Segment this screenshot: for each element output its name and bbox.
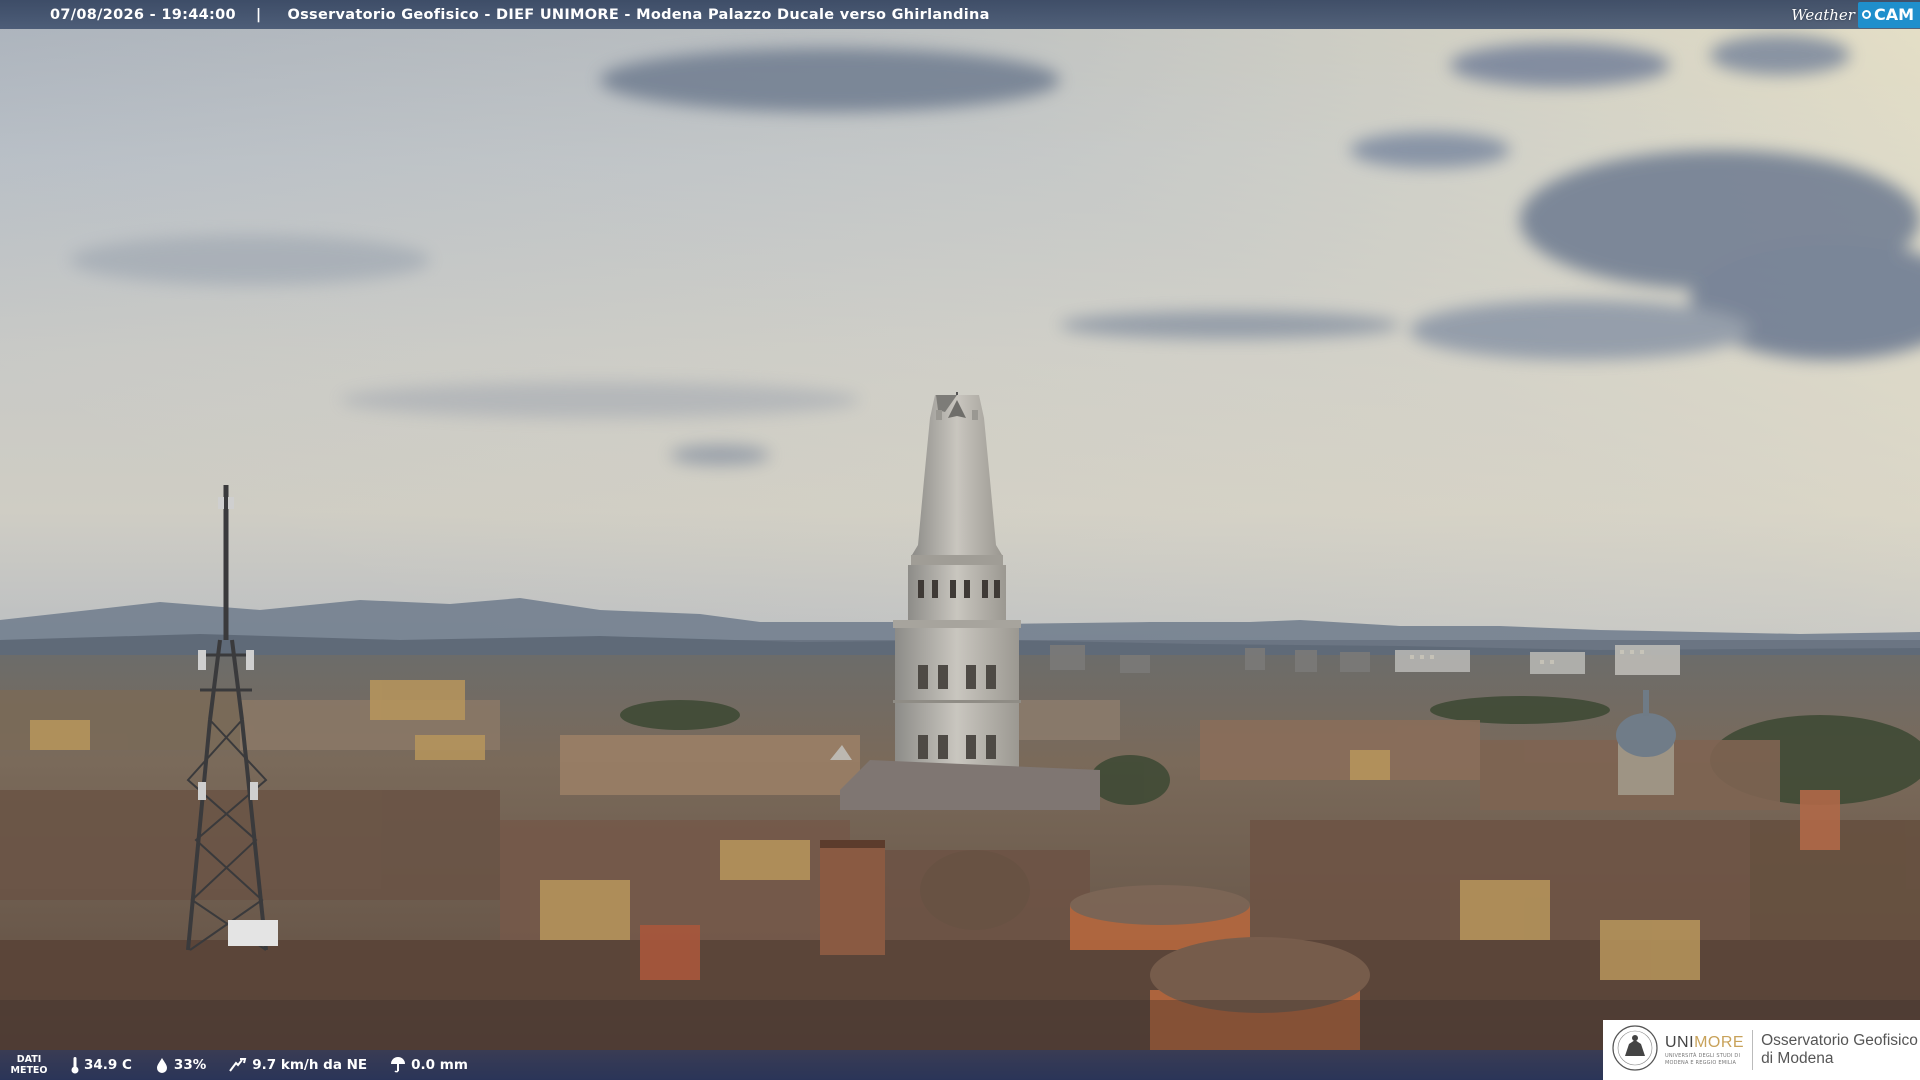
brand-weather-text: Weather <box>1791 5 1855 24</box>
rain-value: 0.0 mm <box>411 1057 468 1073</box>
unimore-name: UNIMORE <box>1665 1034 1744 1052</box>
logo-divider <box>1752 1030 1754 1070</box>
rain-gauge-icon <box>389 1057 407 1073</box>
thermometer-icon <box>70 1056 80 1074</box>
unimore-prefix: UNI <box>1665 1034 1695 1051</box>
wind-value: 9.7 km/h da NE <box>252 1057 368 1073</box>
observatory-name: Osservatorio Geofisico di Modena <box>1761 1032 1918 1068</box>
webcam-scene <box>0 0 1920 1080</box>
weathercam-logo: Weather CAM <box>1791 0 1920 29</box>
weather-data-bar: DATI METEO 34.9 C 33% 9.7 km/h da NE 0.0… <box>0 1050 1603 1080</box>
unimore-suffix: MORE <box>1694 1034 1745 1051</box>
wind-reading: 9.7 km/h da NE <box>228 1057 367 1073</box>
unimore-seal-icon <box>1611 1024 1659 1076</box>
weather-label-line2: METEO <box>10 1065 48 1076</box>
temperature-reading: 34.9 C <box>70 1056 132 1074</box>
weather-data-label: DATI METEO <box>0 1054 58 1076</box>
observatory-line2: di Modena <box>1761 1050 1834 1067</box>
humidity-value: 33% <box>173 1057 207 1073</box>
wind-icon <box>228 1057 248 1073</box>
timestamp: 07/08/2026 - 19:44:00 <box>50 6 236 23</box>
temperature-value: 34.9 C <box>84 1057 132 1073</box>
drop-icon <box>154 1057 170 1073</box>
header-bar: 07/08/2026 - 19:44:00 | Osservatorio Geo… <box>0 0 1920 29</box>
header-separator: | <box>255 6 262 23</box>
unimore-sub-line1: UNIVERSITÀ DEGLI STUDI DI <box>1665 1053 1741 1059</box>
unimore-sub-line2: MODENA E REGGIO EMILIA <box>1665 1060 1737 1066</box>
observatory-line1: Osservatorio Geofisico <box>1761 1032 1918 1049</box>
rain-reading: 0.0 mm <box>389 1057 468 1073</box>
brand-cam-badge: CAM <box>1857 1 1920 28</box>
unimore-logo-box: UNIMORE UNIVERSITÀ DEGLI STUDI DI MODENA… <box>1603 1020 1920 1080</box>
brand-cam-text: CAM <box>1873 5 1914 24</box>
humidity-reading: 33% <box>154 1057 206 1073</box>
weather-label-line1: DATI <box>16 1054 42 1065</box>
camera-title: Osservatorio Geofisico - DIEF UNIMORE - … <box>287 6 990 23</box>
camera-icon <box>1861 10 1871 19</box>
unimore-wordmark: UNIMORE UNIVERSITÀ DEGLI STUDI DI MODENA… <box>1665 1034 1744 1066</box>
